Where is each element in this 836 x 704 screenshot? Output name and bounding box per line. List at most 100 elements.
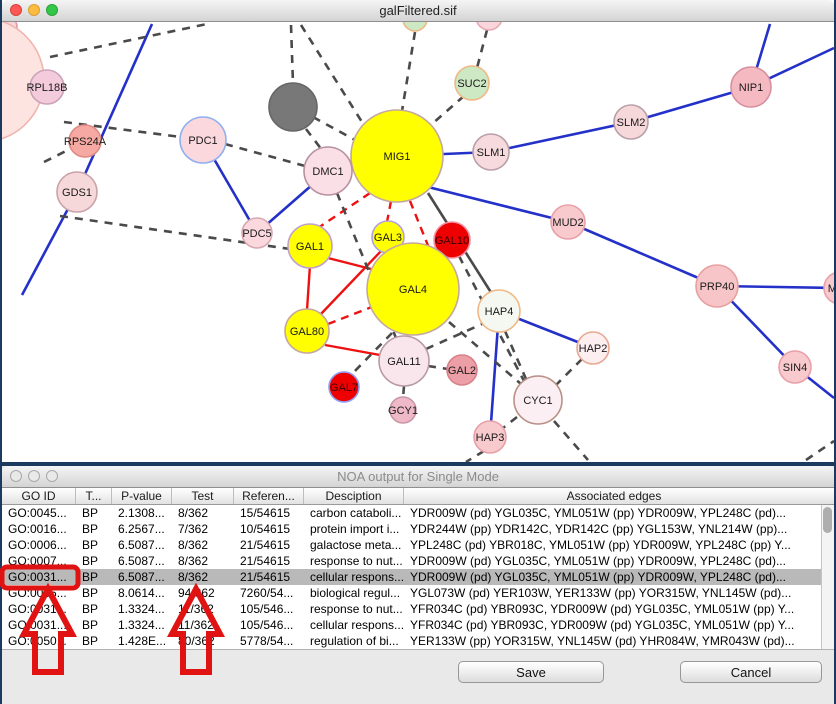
column-header-6[interactable]: Desciption <box>304 488 404 504</box>
table-cell: 7/362 <box>172 521 234 537</box>
node-label: MUD2 <box>552 217 583 229</box>
node-label: GAL3 <box>374 232 402 244</box>
table-cell: GO:0050... <box>2 633 76 649</box>
table-cell: YDR244W (pp) YDR142C, YDR142C (pp) YGL15… <box>404 521 824 537</box>
column-header-7[interactable]: Associated edges <box>404 488 824 504</box>
table-cell: GO:0031... <box>2 617 76 633</box>
table-cell: GO:0065... <box>2 585 76 601</box>
column-header-4[interactable]: Test <box>172 488 234 504</box>
node-pink-cut[interactable] <box>476 22 502 30</box>
node-label: HAP2 <box>579 343 608 355</box>
table-header-row: GO IDT...P-valueTestReferen...Desciption… <box>2 488 834 505</box>
table-cell: 11/362 <box>172 617 234 633</box>
table-cell: YFR034C (pd) YBR093C, YDR009W (pd) YGL03… <box>404 601 824 617</box>
node-label: SLM1 <box>477 147 506 159</box>
noa-window-titlebar[interactable]: NOA output for Single Mode <box>2 466 834 488</box>
table-cell: 8/362 <box>172 569 234 585</box>
node-label: GAL11 <box>387 356 420 368</box>
edge <box>477 30 487 68</box>
table-cell: biological regul... <box>304 585 404 601</box>
table-cell: 105/546... <box>234 601 304 617</box>
table-cell: YDR009W (pd) YGL035C, YML051W (pp) YDR00… <box>404 553 824 569</box>
noa-window-title: NOA output for Single Mode <box>2 466 834 488</box>
node-label: MIG1 <box>384 151 411 163</box>
network-graph: RPL18BRPS24APDC1GDS1PDC5MIG1DMC1SUC2SLM1… <box>2 22 834 462</box>
table-row[interactable]: GO:0031...BP6.5087...8/36221/54615cellul… <box>2 569 834 585</box>
table-cell: YER133W (pp) YOR315W, YNL145W (pd) YHR08… <box>404 633 824 649</box>
node-label: GAL80 <box>290 326 324 338</box>
node-label: SUC2 <box>457 78 486 90</box>
table-row[interactable]: GO:0050...BP1.428E...80/3625778/54...reg… <box>2 633 834 649</box>
table-cell: response to nut... <box>304 601 404 617</box>
edge <box>225 144 305 166</box>
table-cell: protein import i... <box>304 521 404 537</box>
node-gray-node[interactable] <box>269 83 317 131</box>
save-button[interactable]: Save <box>458 661 604 683</box>
table-cell: GO:0045... <box>2 505 76 521</box>
column-header-3[interactable]: P-value <box>112 488 172 504</box>
table-cell: 15/54615 <box>234 505 304 521</box>
node-label: PDC1 <box>188 135 217 147</box>
table-cell: 1.3324... <box>112 601 172 617</box>
table-cell: 21/54615 <box>234 553 304 569</box>
column-header-5[interactable]: Referen... <box>234 488 304 504</box>
edge <box>307 265 310 310</box>
table-cell: 21/54615 <box>234 569 304 585</box>
node-label: GAL1 <box>296 241 324 253</box>
table-cell: 94/362 <box>172 585 234 601</box>
table-cell: 6.5087... <box>112 569 172 585</box>
table-cell: 8/362 <box>172 505 234 521</box>
table-cell: GO:0031... <box>2 601 76 617</box>
table-cell: response to nut... <box>304 553 404 569</box>
edge <box>313 117 355 140</box>
table-cell: galactose meta... <box>304 537 404 553</box>
table-cell: 5778/54... <box>234 633 304 649</box>
node-label: MSN <box>828 283 834 295</box>
table-row[interactable]: GO:0031...BP1.3324...11/362105/546...res… <box>2 601 834 617</box>
network-canvas[interactable]: RPL18BRPS24APDC1GDS1PDC5MIG1DMC1SUC2SLM1… <box>2 22 834 462</box>
table-row[interactable]: GO:0065...BP8.0614...94/3627260/54...bio… <box>2 585 834 601</box>
table-cell: cellular respons... <box>304 617 404 633</box>
node-label: DMC1 <box>312 166 343 178</box>
table-row[interactable]: GO:0007...BP6.5087...8/36221/54615respon… <box>2 553 834 569</box>
edge <box>402 32 415 111</box>
table-cell: YDR009W (pd) YGL035C, YML051W (pp) YDR00… <box>404 569 824 585</box>
table-cell: 11/362 <box>172 601 234 617</box>
table-cell: BP <box>76 569 112 585</box>
noa-output-window: NOA output for Single Mode GO IDT...P-va… <box>2 466 834 704</box>
table-cell: 8/362 <box>172 553 234 569</box>
edge <box>806 441 834 460</box>
table-cell: GO:0016... <box>2 521 76 537</box>
table-cell: 80/362 <box>172 633 234 649</box>
table-row[interactable]: GO:0045...BP2.1308...8/36215/54615carbon… <box>2 505 834 521</box>
vertical-scrollbar[interactable] <box>821 505 834 649</box>
node-green-cut[interactable] <box>403 22 427 31</box>
table-cell: 21/54615 <box>234 537 304 553</box>
column-header-1[interactable]: GO ID <box>2 488 76 504</box>
table-cell: YDR009W (pd) YGL035C, YML051W (pp) YDR00… <box>404 505 824 521</box>
edge <box>291 25 293 84</box>
table-cell: BP <box>76 537 112 553</box>
edge <box>410 201 429 248</box>
table-cell: 6.5087... <box>112 537 172 553</box>
table-row[interactable]: GO:0016...BP6.2567...7/36210/54615protei… <box>2 521 834 537</box>
edge <box>328 305 377 324</box>
table-cell: BP <box>76 521 112 537</box>
edge <box>428 366 448 369</box>
table-cell: 10/54615 <box>234 521 304 537</box>
network-window-title: galFiltered.sif <box>2 0 834 22</box>
table-cell: 8.0614... <box>112 585 172 601</box>
table-row[interactable]: GO:0031...BP1.3324...11/362105/546...cel… <box>2 617 834 633</box>
node-label: GAL7 <box>330 382 358 394</box>
table-cell: BP <box>76 617 112 633</box>
network-window: galFiltered.sif RPL18BRPS24APDC1GDS1PDC5… <box>2 0 834 462</box>
table-cell: 8/362 <box>172 537 234 553</box>
node-label: NIP1 <box>739 82 763 94</box>
column-header-2[interactable]: T... <box>76 488 112 504</box>
table-row[interactable]: GO:0006...BP6.5087...8/36221/54615galact… <box>2 537 834 553</box>
cancel-button[interactable]: Cancel <box>680 661 822 683</box>
table-cell: carbon cataboli... <box>304 505 404 521</box>
table-cell: YPL248C (pd) YBR018C, YML051W (pp) YDR00… <box>404 537 824 553</box>
network-window-titlebar[interactable]: galFiltered.sif <box>2 0 834 22</box>
scrollbar-thumb[interactable] <box>823 507 832 533</box>
